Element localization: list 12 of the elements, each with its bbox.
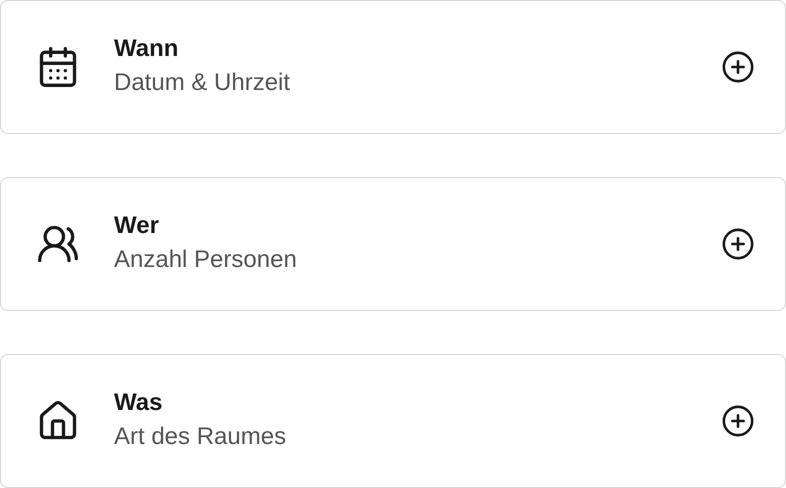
option-card[interactable]: Wann Datum & Uhrzeit — [0, 0, 786, 134]
card-title: Wer — [114, 211, 160, 241]
card-title: Was — [114, 388, 164, 418]
add-icon[interactable] — [721, 404, 755, 438]
card-title: Wann — [114, 34, 180, 64]
add-icon[interactable] — [721, 50, 755, 84]
option-card[interactable]: Was Art des Raumes — [0, 354, 786, 488]
card-subtitle: Anzahl Personen — [114, 245, 298, 275]
option-card[interactable]: Wer Anzahl Personen — [0, 177, 786, 311]
add-icon[interactable] — [721, 227, 755, 261]
card-subtitle: Datum & Uhrzeit — [114, 68, 292, 98]
card-subtitle: Art des Raumes — [114, 422, 288, 452]
